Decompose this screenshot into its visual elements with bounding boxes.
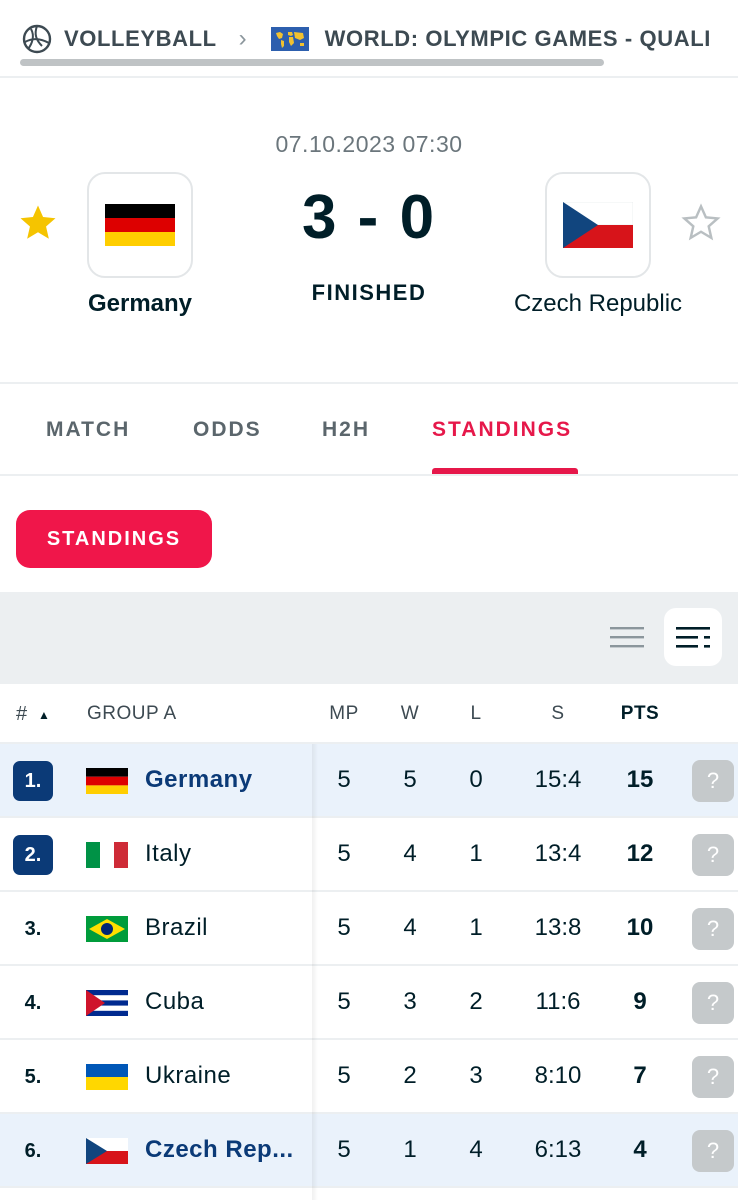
team-name[interactable]: Germany xyxy=(145,766,253,794)
volleyball-icon xyxy=(22,24,52,54)
breadcrumb-scrollbar[interactable] xyxy=(20,59,604,66)
cell-pts: 10 xyxy=(626,914,654,941)
header-group: GROUP A xyxy=(87,703,177,724)
form-help-button[interactable]: ? xyxy=(692,760,734,802)
chevron-right-icon: › xyxy=(238,25,247,52)
cell-w: 4 xyxy=(403,914,417,941)
cell-pts: 7 xyxy=(633,1062,647,1089)
cell-l: 0 xyxy=(469,766,483,793)
match-header: 07.10.2023 07:30 Germany 3 - 0 FINISHED … xyxy=(0,80,738,384)
detailed-view-button[interactable] xyxy=(664,608,722,666)
cell-w: 3 xyxy=(403,988,417,1015)
cell-l: 1 xyxy=(469,914,483,941)
team-name[interactable]: Italy xyxy=(145,840,192,868)
tab-h2h[interactable]: H2H xyxy=(322,418,370,442)
cell-pts: 9 xyxy=(633,988,647,1015)
cell-l: 1 xyxy=(469,840,483,867)
cell-w: 4 xyxy=(403,840,417,867)
czech-flag-icon xyxy=(563,202,633,248)
form-help-button[interactable]: ? xyxy=(692,1056,734,1098)
cell-pts: 12 xyxy=(626,840,654,867)
breadcrumb-sport-link[interactable]: VOLLEYBALL xyxy=(64,26,217,52)
compact-view-button[interactable] xyxy=(598,608,656,666)
cell-l: 4 xyxy=(469,1136,483,1163)
table-row[interactable]: 4. Cuba 5 3 2 11:6 9 ? xyxy=(0,966,738,1040)
table-row[interactable]: 2. Italy 5 4 1 13:4 12 ? xyxy=(0,818,738,892)
breadcrumb-competition-link[interactable]: WORLD: OLYMPIC GAMES - QUALI xyxy=(325,26,711,52)
world-map-flag-icon xyxy=(270,27,309,51)
rank-badge: 4. xyxy=(24,991,42,1014)
cell-s: 13:4 xyxy=(534,840,582,867)
standings-table-header: # ▲ GROUP A MP W L S PTS xyxy=(0,684,738,744)
list-compact-icon xyxy=(610,627,644,648)
favorite-star-outline-icon[interactable] xyxy=(680,202,722,244)
cell-pts: 15 xyxy=(626,766,654,793)
cell-mp: 5 xyxy=(337,1062,351,1089)
rank-badge: 1. xyxy=(13,761,53,801)
cell-s: 11:6 xyxy=(535,988,581,1015)
match-tabs: MATCH ODDS H2H STANDINGS xyxy=(0,386,738,476)
sticky-column-shadow xyxy=(312,744,318,1200)
table-row[interactable]: 1. Germany 5 5 0 15:4 15 ? xyxy=(0,744,738,818)
cell-mp: 5 xyxy=(337,840,351,867)
table-row[interactable]: 6. Czech Rep... 5 1 4 6:13 4 ? xyxy=(0,1114,738,1188)
cell-pts: 4 xyxy=(633,1136,647,1163)
tab-match[interactable]: MATCH xyxy=(46,418,130,442)
breadcrumb-row: VOLLEYBALL › WORLD: OLYMPIC GAMES - QUAL… xyxy=(22,22,711,56)
away-team-logo[interactable] xyxy=(545,172,651,278)
breadcrumb: VOLLEYBALL › WORLD: OLYMPIC GAMES - QUAL… xyxy=(0,0,738,78)
list-detailed-icon xyxy=(676,627,710,648)
cuba-flag-icon xyxy=(86,990,128,1016)
czech-flag-icon xyxy=(86,1138,128,1164)
away-team-name[interactable]: Czech Republic xyxy=(478,290,718,318)
cell-s: 15:4 xyxy=(534,766,582,793)
active-tab-indicator xyxy=(432,468,578,474)
tab-odds[interactable]: ODDS xyxy=(193,418,262,442)
header-pts[interactable]: PTS xyxy=(612,703,668,725)
cell-mp: 5 xyxy=(337,1136,351,1163)
tab-standings[interactable]: STANDINGS xyxy=(432,418,572,442)
cell-mp: 5 xyxy=(337,988,351,1015)
header-w[interactable]: W xyxy=(390,703,430,725)
form-help-button[interactable]: ? xyxy=(692,908,734,950)
form-help-button[interactable]: ? xyxy=(692,1130,734,1172)
cell-l: 2 xyxy=(469,988,483,1015)
germany-flag-icon xyxy=(86,768,128,794)
table-row[interactable]: 3. Brazil 5 4 1 13:8 10 ? xyxy=(0,892,738,966)
score-home: 3 xyxy=(301,183,339,252)
cell-w: 1 xyxy=(403,1136,417,1163)
team-name[interactable]: Brazil xyxy=(145,914,208,942)
team-name[interactable]: Cuba xyxy=(145,988,204,1016)
score-separator: - xyxy=(357,183,381,252)
cell-w: 5 xyxy=(403,766,417,793)
rank-badge: 6. xyxy=(24,1139,42,1162)
cell-s: 13:8 xyxy=(534,914,582,941)
rank-badge: 3. xyxy=(24,917,42,940)
cell-mp: 5 xyxy=(337,914,351,941)
table-row[interactable]: 5. Ukraine 5 2 3 8:10 7 ? xyxy=(0,1040,738,1114)
header-l[interactable]: L xyxy=(456,703,496,725)
sort-ascending-icon[interactable]: ▲ xyxy=(38,708,50,722)
team-name[interactable]: Ukraine xyxy=(145,1062,231,1090)
header-s[interactable]: S xyxy=(528,703,588,725)
ukraine-flag-icon xyxy=(86,1064,128,1090)
cell-s: 8:10 xyxy=(534,1062,582,1089)
header-mp[interactable]: MP xyxy=(318,703,370,725)
form-help-button[interactable]: ? xyxy=(692,982,734,1024)
match-datetime: 07.10.2023 07:30 xyxy=(275,131,463,157)
team-name[interactable]: Czech Rep... xyxy=(145,1136,294,1164)
form-help-button[interactable]: ? xyxy=(692,834,734,876)
rank-badge: 5. xyxy=(24,1065,42,1088)
cell-s: 6:13 xyxy=(534,1136,582,1163)
standings-toolbar xyxy=(0,592,738,684)
italy-flag-icon xyxy=(86,842,128,868)
score-away: 0 xyxy=(399,183,437,252)
header-rank[interactable]: # xyxy=(16,703,28,726)
rank-badge: 2. xyxy=(13,835,53,875)
cell-w: 2 xyxy=(403,1062,417,1089)
cell-mp: 5 xyxy=(337,766,351,793)
standings-subtab-button[interactable]: STANDINGS xyxy=(16,510,212,568)
cell-l: 3 xyxy=(469,1062,483,1089)
brazil-flag-icon xyxy=(86,916,128,942)
